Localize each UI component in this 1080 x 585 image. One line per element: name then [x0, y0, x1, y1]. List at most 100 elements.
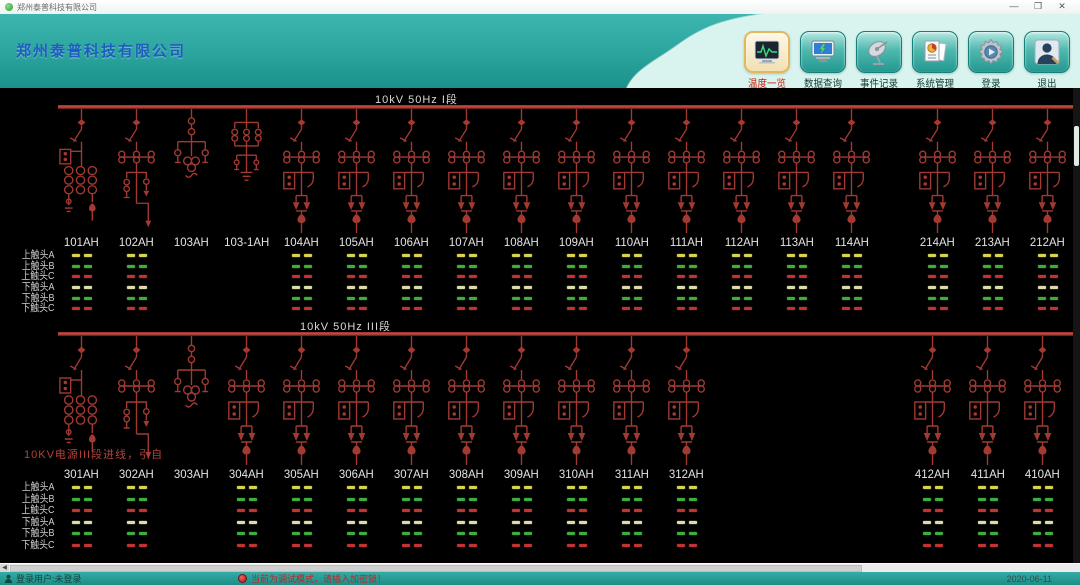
system-management-button[interactable]: 系统管理	[910, 31, 960, 88]
feeder-303AH[interactable]: 303AH	[164, 336, 219, 551]
contact-status-dash	[1045, 532, 1053, 535]
contact-status-dash	[237, 498, 245, 501]
feeder-310AH[interactable]: 310AH	[549, 336, 604, 551]
feeder-307AH[interactable]: 307AH	[384, 336, 439, 551]
contact-status-dash	[799, 307, 807, 310]
contact-status-dash	[744, 254, 752, 257]
feeder-110AH[interactable]: 110AH	[604, 109, 659, 314]
contact-status-dash	[469, 532, 477, 535]
minimize-button[interactable]: —	[1004, 0, 1024, 13]
contact-status-cell	[54, 293, 109, 304]
contact-status-dash	[842, 265, 850, 268]
feeder-104AH[interactable]: 104AH	[274, 109, 329, 314]
contact-status-dash	[524, 521, 532, 524]
feeder-106AH[interactable]: 106AH	[384, 109, 439, 314]
event-record-button[interactable]: 事件记录	[854, 31, 904, 88]
contact-status-dash	[1038, 254, 1046, 257]
feeder-411AH[interactable]: 411AH	[960, 336, 1015, 551]
contact-status-cell	[54, 540, 109, 552]
feeder-label: 302AH	[119, 467, 154, 482]
feeder-312AH[interactable]: 312AH	[659, 336, 714, 551]
contact-status-cell	[714, 282, 769, 293]
contact-status-cell	[164, 540, 219, 552]
contact-status-cell	[965, 282, 1020, 293]
contact-status-dash	[567, 521, 575, 524]
contact-status-dash	[512, 521, 520, 524]
feeder-306AH[interactable]: 306AH	[329, 336, 384, 551]
contact-status-cell	[910, 293, 965, 304]
contact-row-labels: 上触头A上触头B上触头C下触头A下触头B下触头C	[12, 482, 62, 551]
bus-section-1: 10kV 50Hz I段 101AH102AH103AH103-1AH104AH…	[0, 88, 1073, 315]
contact-status-dash	[347, 509, 355, 512]
feeder-308AH[interactable]: 308AH	[439, 336, 494, 551]
contact-status-dash	[799, 286, 807, 289]
feeder-311AH[interactable]: 311AH	[604, 336, 659, 551]
contact-status-cell	[274, 261, 329, 272]
feeder-304AH[interactable]: 304AH	[219, 336, 274, 551]
horizontal-scroll-thumb[interactable]	[10, 565, 862, 572]
contact-status-dash	[689, 265, 697, 268]
toolbar-button-label: 数据查询	[804, 75, 842, 88]
contact-status-dash	[72, 254, 80, 257]
exit-button[interactable]: 退出	[1022, 31, 1072, 88]
contact-status-dash	[139, 509, 147, 512]
feeder-105AH[interactable]: 105AH	[329, 109, 384, 314]
data-query-button[interactable]: 数据查询	[798, 31, 848, 88]
contact-status-dash	[940, 265, 948, 268]
contact-status-dash	[347, 498, 355, 501]
feeder-103AH[interactable]: 103AH	[164, 109, 219, 314]
contact-status-cell	[905, 482, 960, 494]
feeder-309AH[interactable]: 309AH	[494, 336, 549, 551]
feeder-301AH[interactable]: 301AH	[54, 336, 109, 551]
feeder-109AH[interactable]: 109AH	[549, 109, 604, 314]
feeder-114AH[interactable]: 114AH	[824, 109, 879, 314]
contact-status-cell	[329, 528, 384, 540]
temperature-overview-button[interactable]: 温度一览	[742, 31, 792, 88]
feeder-102AH[interactable]: 102AH	[109, 109, 164, 314]
contact-status-cell	[604, 540, 659, 552]
feeder-112AH[interactable]: 112AH	[714, 109, 769, 314]
feeder-107AH[interactable]: 107AH	[439, 109, 494, 314]
contact-status-cell	[1015, 505, 1070, 517]
contact-status-dash	[990, 486, 998, 489]
contact-status-dash	[457, 486, 465, 489]
computer-monitor-icon	[800, 31, 846, 73]
maximize-button[interactable]: ❐	[1028, 0, 1048, 13]
contact-status-cell	[54, 505, 109, 517]
feeder-213AH[interactable]: 213AH	[965, 109, 1020, 314]
contact-status-dash	[524, 275, 532, 278]
login-button[interactable]: 登录	[966, 31, 1016, 88]
close-button[interactable]: ✕	[1052, 0, 1072, 13]
feeder-103-1AH[interactable]: 103-1AH	[219, 109, 274, 314]
contact-status-cell	[274, 540, 329, 552]
feeder-label: 112AH	[724, 235, 758, 250]
contact-status-dash	[677, 486, 685, 489]
contact-status-dash	[402, 498, 410, 501]
contact-status-dash	[579, 521, 587, 524]
feeder-108AH[interactable]: 108AH	[494, 109, 549, 314]
contact-status-cell	[494, 293, 549, 304]
feeder-101AH[interactable]: 101AH	[54, 109, 109, 314]
contact-status-cell	[329, 271, 384, 282]
contact-status-dash	[414, 297, 422, 300]
feeder-305AH[interactable]: 305AH	[274, 336, 329, 551]
contact-status-dash	[1050, 297, 1058, 300]
contact-status-dash	[414, 286, 422, 289]
feeder-111AH[interactable]: 111AH	[659, 109, 714, 314]
feeder-113AH[interactable]: 113AH	[769, 109, 824, 314]
contact-status-dash	[359, 509, 367, 512]
feeder-212AH[interactable]: 212AH	[1020, 109, 1075, 314]
feeder-214AH[interactable]: 214AH	[910, 109, 965, 314]
contact-status-dash	[359, 297, 367, 300]
feeder-410AH[interactable]: 410AH	[1015, 336, 1070, 551]
contact-status-dash	[634, 498, 642, 501]
contact-status-cell	[274, 271, 329, 282]
vertical-scroll-thumb[interactable]	[1074, 126, 1079, 166]
feeder-412AH[interactable]: 412AH	[905, 336, 960, 551]
feeder-302AH[interactable]: 302AH	[109, 336, 164, 551]
contact-status-dash	[359, 307, 367, 310]
contact-status-dash	[744, 275, 752, 278]
contact-status-cell	[714, 250, 769, 261]
vertical-scrollbar[interactable]	[1073, 88, 1080, 563]
contact-status-dash	[995, 265, 1003, 268]
